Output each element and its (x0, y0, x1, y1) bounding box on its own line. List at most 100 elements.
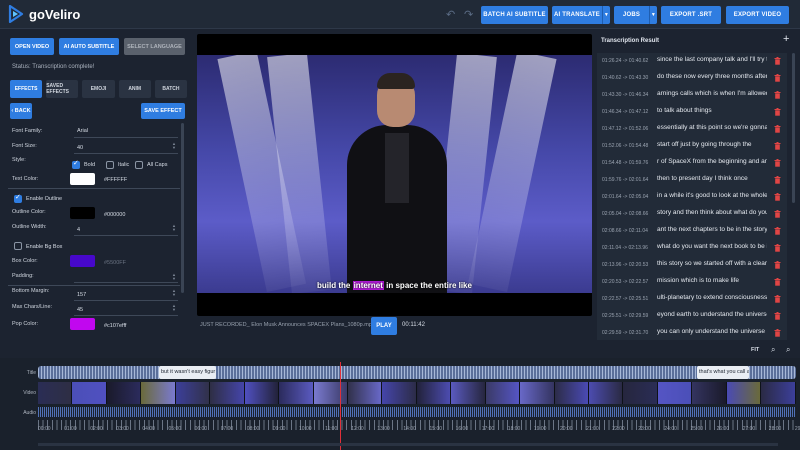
batch-ai-subtitle-button[interactable]: BATCH AI SUBTITLE (481, 6, 548, 24)
delete-icon[interactable] (774, 278, 781, 286)
playhead[interactable] (340, 362, 341, 450)
segment-text[interactable]: ulti-planetary to extend consciousness (657, 294, 767, 305)
segment-text[interactable]: what do you want the next book to be in (657, 243, 767, 254)
delete-icon[interactable] (774, 57, 781, 65)
transcription-row[interactable]: 01:43.30 -> 01:46.34 arnings calls which … (597, 87, 787, 104)
timeline-scrollbar[interactable] (38, 443, 778, 446)
segment-text[interactable]: you can only understand the universe if (657, 328, 767, 339)
font-size-input[interactable]: 40 (77, 145, 83, 151)
save-effect-button[interactable]: SAVE EFFECT (141, 103, 185, 119)
delete-icon[interactable] (774, 108, 781, 116)
transcription-row[interactable]: 02:08.66 -> 02:11.04 ant the next chapter… (597, 223, 787, 240)
tab-saved-effects[interactable]: SAVED EFFECTS (46, 80, 79, 98)
jobs-button[interactable]: JOBS ▼ (614, 6, 657, 24)
zoom-in-icon[interactable]: ⌕ (786, 345, 790, 355)
ai-translate-button[interactable]: AI TRANSLATE ▼ (552, 6, 610, 24)
transcription-row[interactable]: 02:20.53 -> 02:22.57 mission which is to … (597, 274, 787, 291)
delete-icon[interactable] (774, 244, 781, 252)
delete-icon[interactable] (774, 312, 781, 320)
tab-effects[interactable]: EFFECTS (10, 80, 43, 98)
transcription-row[interactable]: 02:29.59 -> 02:31.70 you can only underst… (597, 325, 787, 340)
subtitle-segment[interactable]: but it wasn't easy figur (159, 366, 216, 379)
enable-outline-checkbox[interactable] (14, 193, 22, 203)
outline-color-value[interactable]: #000000 (104, 212, 125, 218)
audio-waveform-track[interactable] (38, 407, 796, 417)
font-family-select[interactable]: Arial (77, 128, 88, 134)
tab-batch[interactable]: BATCH (154, 80, 188, 98)
title-track[interactable] (38, 366, 796, 379)
text-color-value[interactable]: #FFFFFF (104, 177, 127, 183)
open-video-button[interactable]: OPEN VIDEO (10, 38, 54, 55)
delete-icon[interactable] (774, 295, 781, 303)
padding-stepper[interactable]: ▲ ▼ (172, 273, 177, 281)
delete-icon[interactable] (774, 210, 781, 218)
segment-text[interactable]: mission which is to make life (657, 277, 767, 288)
segment-text[interactable]: ant the next chapters to be in the story (657, 226, 767, 237)
pop-color-value[interactable]: #c107efff (104, 323, 126, 329)
play-button[interactable]: PLAY (371, 317, 397, 335)
segment-text[interactable]: then to present day I think once (657, 175, 767, 186)
segment-text[interactable]: since the last company talk and I'll try… (657, 56, 767, 67)
ai-translate-dropdown-icon[interactable]: ▼ (602, 6, 610, 24)
transcription-row[interactable]: 01:54.48 -> 01:59.76 r of SpaceX from the… (597, 155, 787, 172)
fit-button[interactable]: FIT (751, 347, 759, 353)
transcription-row[interactable]: 02:05.04 -> 02:08.66 story and then think… (597, 206, 787, 223)
jobs-dropdown-icon[interactable]: ▼ (649, 6, 657, 24)
video-track[interactable] (38, 382, 796, 404)
max-chars-input[interactable]: 45 (77, 307, 83, 313)
transcription-row[interactable]: 01:47.12 -> 01:52.06 essentially at this … (597, 121, 787, 138)
settings-scrollbar[interactable] (181, 123, 184, 293)
export-video-button[interactable]: EXPORT VIDEO (726, 6, 789, 24)
transcription-row[interactable]: 01:40.62 -> 01:43.30 do these now every t… (597, 70, 787, 87)
transcription-row[interactable]: 01:46.34 -> 01:47.12 to talk about things (597, 104, 787, 121)
segment-text[interactable]: eyond earth to understand the universe (657, 311, 767, 322)
segment-text[interactable]: start off just by going through the (657, 141, 767, 152)
transcription-row[interactable]: 01:26.24 -> 01:40.62 since the last compa… (597, 53, 787, 70)
back-button[interactable]: ‹ BACK (10, 103, 32, 119)
delete-icon[interactable] (774, 159, 781, 167)
transcription-row[interactable]: 01:59.76 -> 02:01.64 then to present day … (597, 172, 787, 189)
export-srt-button[interactable]: EXPORT .SRT (661, 6, 721, 24)
delete-icon[interactable] (774, 193, 781, 201)
enable-bg-box-checkbox[interactable] (14, 242, 22, 250)
video-preview[interactable]: build the internet in space the entire l… (197, 34, 592, 316)
zoom-out-icon[interactable]: ⌕ (771, 345, 775, 355)
font-size-stepper[interactable]: ▲ ▼ (172, 142, 177, 150)
outline-width-stepper[interactable]: ▲ ▼ (172, 224, 177, 232)
transcription-row[interactable]: 02:22.57 -> 02:25.51 ulti-planetary to ex… (597, 291, 787, 308)
outline-color-swatch[interactable] (70, 207, 95, 219)
outline-width-input[interactable]: 4 (77, 227, 80, 233)
segment-text[interactable]: do these now every three months after (657, 73, 767, 84)
segment-text[interactable]: to talk about things (657, 107, 767, 118)
delete-icon[interactable] (774, 74, 781, 82)
transcription-row[interactable]: 02:13.96 -> 02:20.53 this story so we sta… (597, 257, 787, 274)
bottom-margin-stepper[interactable]: ▲ ▼ (172, 289, 177, 297)
add-subtitle-icon[interactable]: + (783, 33, 789, 45)
italic-checkbox[interactable] (106, 161, 114, 169)
transcription-row[interactable]: 02:11.04 -> 02:13.96 what do you want the… (597, 240, 787, 257)
subtitle-segment[interactable]: that's what you call a (697, 366, 749, 379)
transcription-scrollbar[interactable] (792, 53, 795, 203)
redo-icon[interactable]: ↷ (464, 8, 476, 21)
segment-text[interactable]: r of SpaceX from the beginning and and (657, 158, 767, 169)
text-color-swatch[interactable] (70, 173, 95, 185)
tab-anim[interactable]: ANIM (118, 80, 151, 98)
delete-icon[interactable] (774, 227, 781, 235)
segment-text[interactable]: in a while it's good to look at the whol… (657, 192, 767, 203)
select-language-button[interactable]: SELECT LANGUAGE (124, 38, 185, 55)
bold-checkbox[interactable] (72, 159, 80, 169)
transcription-row[interactable]: 02:25.51 -> 02:29.59 eyond earth to under… (597, 308, 787, 325)
all-caps-checkbox[interactable] (135, 161, 143, 169)
max-chars-stepper[interactable]: ▲ ▼ (172, 304, 177, 312)
ai-auto-subtitle-button[interactable]: AI AUTO SUBTITLE (59, 38, 119, 55)
delete-icon[interactable] (774, 91, 781, 99)
transcription-row[interactable]: 02:01.64 -> 02:05.04 in a while it's good… (597, 189, 787, 206)
pop-color-swatch[interactable] (70, 318, 95, 330)
delete-icon[interactable] (774, 125, 781, 133)
box-color-swatch[interactable] (70, 255, 95, 267)
tab-emoji[interactable]: EMOJI (82, 80, 115, 98)
delete-icon[interactable] (774, 261, 781, 269)
bottom-margin-input[interactable]: 157 (77, 292, 86, 298)
delete-icon[interactable] (774, 176, 781, 184)
delete-icon[interactable] (774, 329, 781, 337)
